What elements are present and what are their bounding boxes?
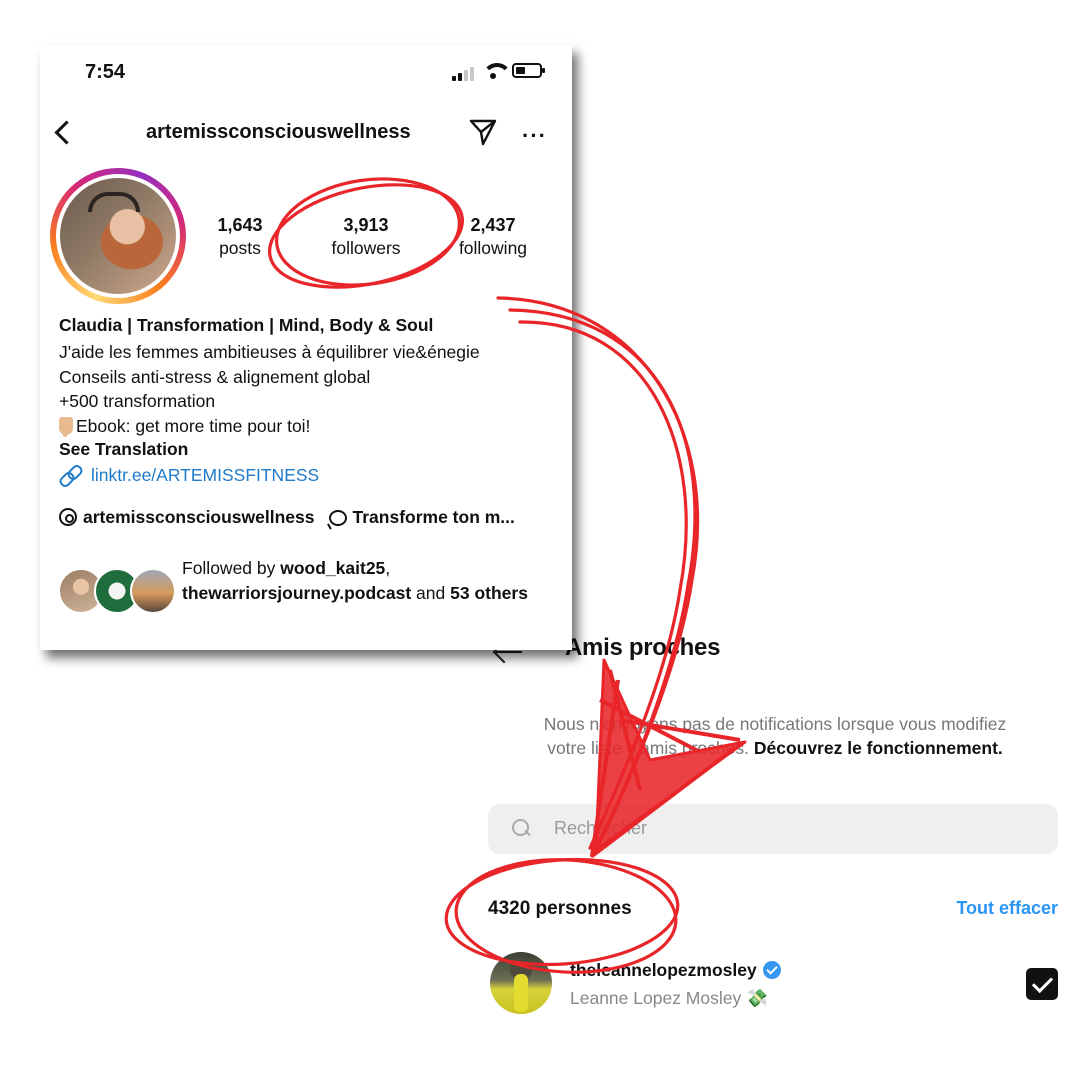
- following-label: following: [458, 238, 528, 258]
- profile-username: artemissconsciouswellness: [146, 121, 411, 143]
- list-item-username: theleannelopezmosley: [570, 960, 781, 981]
- link-icon: [59, 465, 81, 485]
- checkbox-checked[interactable]: [1026, 968, 1058, 1000]
- bio-line: +500 transformation: [59, 391, 216, 411]
- threads-icon: [59, 508, 77, 526]
- profile-screenshot: 7:54 artemissconsciouswellness ··· 1,643…: [40, 45, 572, 650]
- username-text: theleannelopezmosley: [570, 960, 757, 980]
- others-label: others: [474, 582, 528, 603]
- bio-link[interactable]: linktr.ee/ARTEMISSFITNESS: [59, 465, 319, 486]
- bio-name: Claudia | Transformation | Mind, Body & …: [59, 315, 434, 335]
- page-title: Amis proches: [565, 634, 721, 661]
- list-item[interactable]: theleannelopezmosley Leanne Lopez Mosley…: [490, 952, 1060, 1016]
- bio-link-text: linktr.ee/ARTEMISSFITNESS: [91, 465, 320, 485]
- avatar[interactable]: [490, 952, 552, 1014]
- battery-icon: [512, 63, 545, 78]
- bio-ebook-text: Ebook: get more time pour toi!: [76, 416, 311, 436]
- broadcast-chat-icon: [328, 510, 347, 526]
- learn-more-link[interactable]: Découvrez le fonctionnement.: [754, 738, 1003, 758]
- followers-label: followers: [331, 238, 401, 258]
- pointing-down-icon: [59, 417, 73, 437]
- search-bar[interactable]: Rechercher: [488, 804, 1058, 854]
- search-icon: [512, 819, 530, 837]
- avatar: [130, 568, 176, 614]
- wifi-icon: [482, 61, 508, 81]
- stat-following[interactable]: 2,437 following: [452, 213, 534, 259]
- separator: ,: [385, 558, 391, 578]
- broadcast-channel[interactable]: Transforme ton m...: [353, 507, 515, 527]
- others-count: 53: [450, 582, 470, 603]
- verified-badge-icon: [762, 961, 781, 979]
- and-text: and: [411, 582, 451, 603]
- stat-followers[interactable]: 3,913 followers: [316, 213, 416, 259]
- profile-avatar[interactable]: [50, 168, 186, 304]
- threads-handle[interactable]: artemissconsciouswellness: [83, 507, 315, 527]
- mutual-user-1: wood_kait25: [280, 558, 386, 578]
- people-count: 4320 personnes: [488, 898, 632, 919]
- info-text: Nous n'envoyons pas de notifications lor…: [540, 712, 1010, 760]
- followed-by-prefix: Followed by: [182, 558, 281, 578]
- bio-line: J'aide les femmes ambitieuses à équilibr…: [59, 342, 480, 362]
- bio-line: Ebook: get more time pour toi!: [59, 414, 564, 439]
- mutual-follower-avatars[interactable]: [58, 568, 176, 614]
- followed-by-text[interactable]: Followed by wood_kait25, thewarriorsjour…: [182, 556, 542, 605]
- posts-label: posts: [219, 238, 261, 258]
- send-icon[interactable]: [468, 117, 498, 147]
- see-translation-link[interactable]: See Translation: [59, 439, 188, 460]
- followers-count: 3,913: [343, 215, 389, 235]
- threads-row: artemissconsciouswellness Transforme ton …: [59, 507, 569, 528]
- clear-all-button[interactable]: Tout effacer: [956, 898, 1058, 919]
- search-input[interactable]: Rechercher: [554, 818, 647, 839]
- bio-line: Conseils anti-stress & alignement global: [59, 367, 371, 387]
- posts-count: 1,643: [217, 215, 263, 235]
- following-count: 2,437: [470, 215, 516, 235]
- signal-icon: [452, 63, 478, 81]
- stat-posts[interactable]: 1,643 posts: [210, 213, 270, 259]
- list-item-fullname: Leanne Lopez Mosley 💸: [570, 988, 768, 1008]
- back-chevron-icon[interactable]: [52, 121, 74, 143]
- close-friends-screen: Amis proches Nous n'envoyons pas de noti…: [440, 600, 1080, 1080]
- more-options-icon[interactable]: ···: [522, 123, 547, 149]
- status-time: 7:54: [85, 61, 126, 83]
- mutual-user-2: thewarriorsjourney.podcast: [182, 582, 412, 603]
- avatar-photo: [60, 178, 176, 294]
